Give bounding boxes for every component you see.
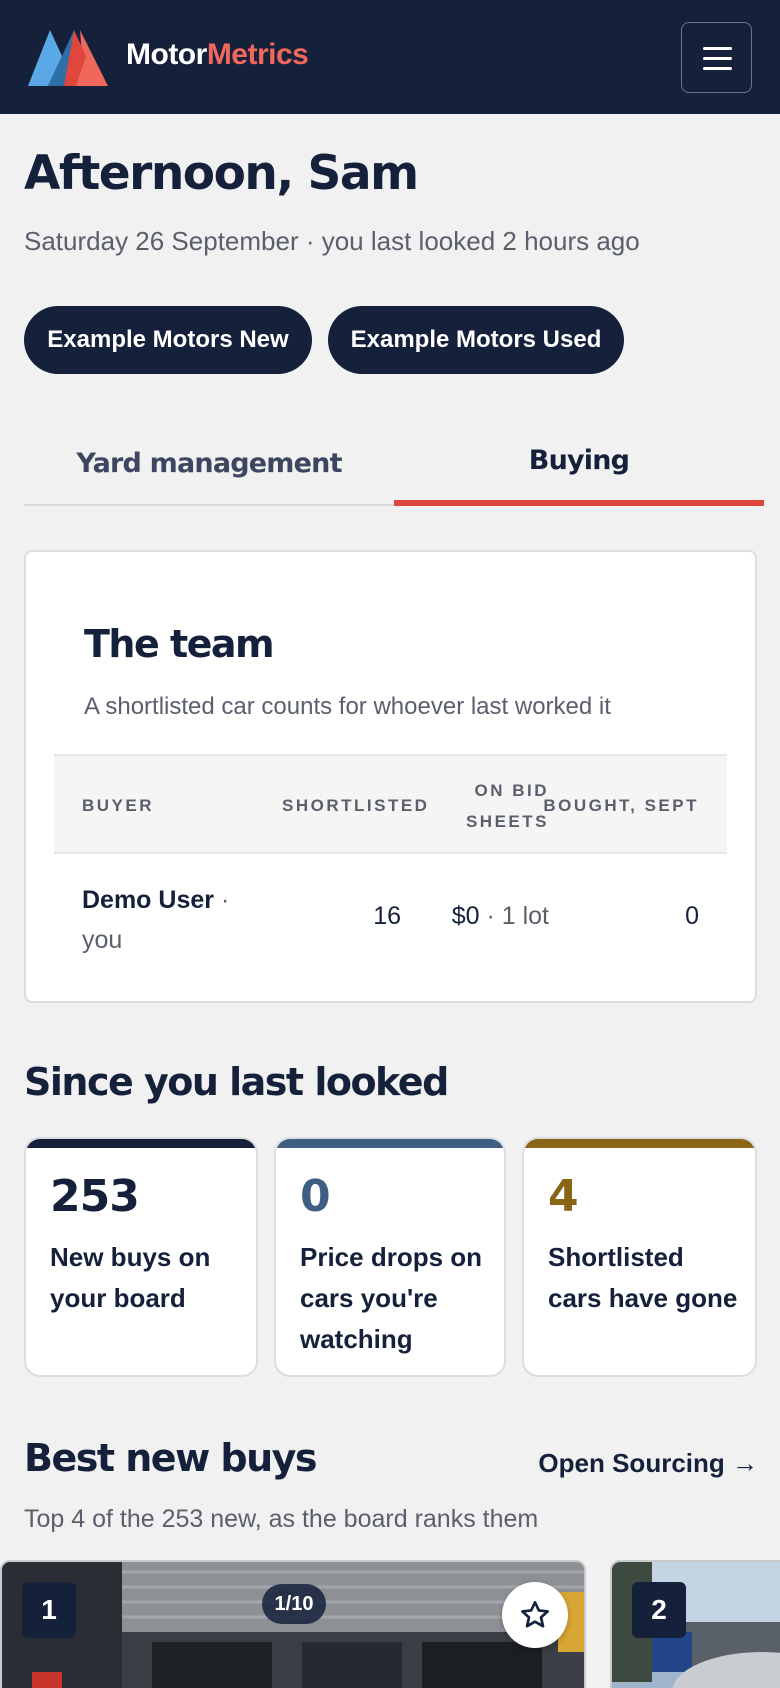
stat-label-line: Shortlisted xyxy=(548,1242,684,1272)
column-header-buyer[interactable]: BUYER xyxy=(82,790,154,821)
stat-card-price-drops[interactable]: 0 Price drops on cars you're watching xyxy=(274,1137,506,1377)
hamburger-menu-icon xyxy=(703,47,732,50)
menu-button[interactable] xyxy=(681,22,752,93)
bought-cell: 0 xyxy=(685,902,699,930)
since-title: Since you last looked xyxy=(24,1060,449,1104)
stat-label-line: New buys on xyxy=(50,1242,211,1272)
hamburger-menu-icon-bar xyxy=(703,67,732,70)
column-header-on-bid-sheets[interactable]: ON BID SHEETS xyxy=(466,775,549,837)
hamburger-menu-icon-bar xyxy=(703,57,732,60)
car-rank-badge: 1 xyxy=(22,1582,76,1638)
team-title: The team xyxy=(84,622,275,666)
buyer-separator: · xyxy=(214,886,230,914)
stat-label-line: cars have gone xyxy=(548,1283,738,1313)
bid-lots: · 1 lot xyxy=(479,902,549,930)
stat-value: 253 xyxy=(50,1171,140,1222)
team-card: The team A shortlisted car counts for wh… xyxy=(24,550,757,1003)
stat-accent-bar xyxy=(26,1139,256,1148)
top-navbar: MotorMetrics xyxy=(0,0,780,114)
stat-label: Price drops on cars you're watching xyxy=(300,1237,482,1360)
stat-value: 0 xyxy=(300,1171,331,1222)
brand-name[interactable]: MotorMetrics xyxy=(126,38,309,72)
stat-card-shortlisted-gone[interactable]: 4 Shortlisted cars have gone xyxy=(522,1137,757,1377)
tab-buying[interactable]: Buying xyxy=(394,420,764,506)
stat-accent-bar xyxy=(276,1139,504,1148)
stat-card-new-buys[interactable]: 253 New buys on your board xyxy=(24,1137,258,1377)
brand-name-part1: Motor xyxy=(126,38,207,71)
stat-label-line: watching xyxy=(300,1324,413,1354)
dealer-pill-used[interactable]: Example Motors Used xyxy=(328,306,624,374)
team-table-header: BUYER SHORTLISTED ON BID SHEETS BOUGHT, … xyxy=(54,754,727,854)
stat-value: 4 xyxy=(548,1171,579,1222)
stat-label-line: cars you're xyxy=(300,1283,438,1313)
car-photo xyxy=(2,1562,584,1688)
team-subtitle: A shortlisted car counts for whoever las… xyxy=(84,693,611,720)
buyer-name: Demo User xyxy=(82,886,214,914)
column-header-bought-sept[interactable]: BOUGHT, SEPT xyxy=(543,790,699,821)
tab-yard-management[interactable]: Yard management xyxy=(24,420,394,506)
table-row[interactable]: Demo User · you 16 $0 · 1 lot 0 xyxy=(54,854,727,984)
bid-amount: $0 xyxy=(451,902,480,930)
column-header-shortlisted[interactable]: SHORTLISTED xyxy=(282,790,429,821)
buyer-you-label: you xyxy=(82,926,123,954)
car-card-1[interactable]: 1 1/10 xyxy=(0,1560,586,1688)
shortlisted-cell: 16 xyxy=(373,902,401,930)
shortlist-star-button[interactable] xyxy=(502,1582,568,1648)
star-outline-icon xyxy=(521,1601,549,1628)
stat-label: Shortlisted cars have gone xyxy=(548,1237,737,1319)
stat-accent-bar xyxy=(524,1139,755,1148)
photo-count-badge: 1/10 xyxy=(262,1584,326,1624)
dealer-pill-new[interactable]: Example Motors New xyxy=(24,306,312,374)
page-subtitle: Saturday 26 September · you last looked … xyxy=(24,226,640,256)
stat-label-line: your board xyxy=(50,1283,186,1313)
section-tabs: Yard management Buying xyxy=(24,420,764,506)
stat-label-line: Price drops on xyxy=(300,1242,483,1272)
car-card-2[interactable]: 2 xyxy=(610,1560,780,1688)
column-header-on-bid-line1: ON BID xyxy=(474,781,549,800)
best-title: Best new buys xyxy=(24,1436,318,1480)
buyer-cell: Demo User · you xyxy=(82,880,242,960)
brand-name-part2: Metrics xyxy=(206,38,309,71)
open-sourcing-link[interactable]: Open Sourcing → xyxy=(538,1448,758,1479)
motormetrics-logo-icon[interactable] xyxy=(28,26,108,88)
best-subtitle: Top 4 of the 253 new, as the board ranks… xyxy=(24,1505,539,1533)
column-header-on-bid-line2: SHEETS xyxy=(465,812,549,831)
on-bid-cell: $0 · 1 lot xyxy=(452,902,549,931)
car-rank-badge: 2 xyxy=(632,1582,686,1638)
page-title: Afternoon, Sam xyxy=(24,146,419,201)
stat-label: New buys on your board xyxy=(50,1237,210,1319)
